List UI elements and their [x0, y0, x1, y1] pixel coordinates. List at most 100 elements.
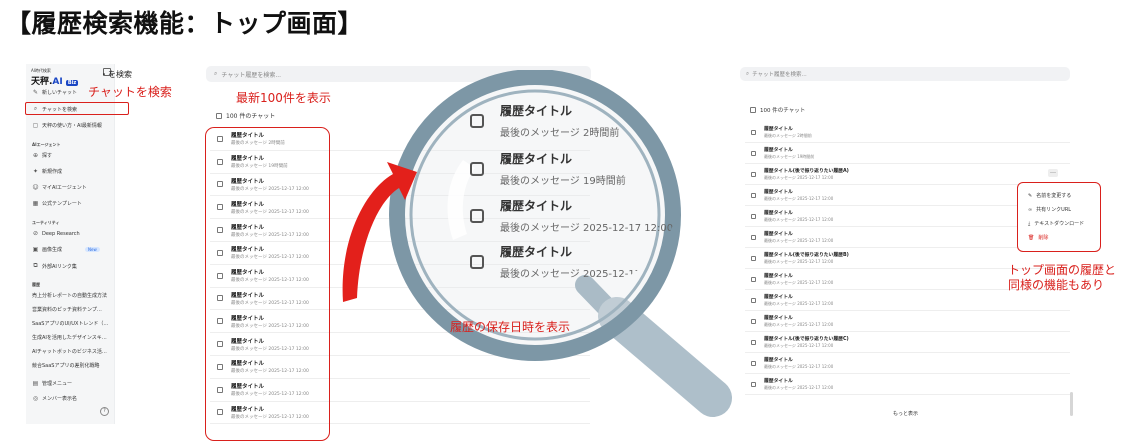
image-icon: ▣: [32, 246, 39, 253]
chat-row[interactable]: 履歴タイトル 最後のメッセージ 19時間前: [745, 143, 1070, 164]
chat-count-label: 100 件のチャット: [760, 108, 806, 114]
zoom-checkbox: [470, 113, 484, 128]
chat-row-title: 履歴タイトル: [764, 148, 793, 153]
row-checkbox[interactable]: [751, 339, 756, 345]
help-icon[interactable]: ?: [100, 407, 109, 416]
sidebar-item-new-chat[interactable]: ✎ 新しいチャット: [32, 89, 77, 96]
history-item[interactable]: 売上分析レポートの自動生成方法: [32, 292, 107, 299]
row-checkbox[interactable]: [751, 192, 756, 198]
chat-row-text: 履歴タイトル 最後のメッセージ 2025-12-17 12:00: [764, 209, 833, 223]
chat-row-subtitle: 最後のメッセージ 2025-12-17 12:00: [764, 322, 834, 327]
search-placeholder: チャット履歴を検索...: [752, 72, 807, 78]
chat-row-title: 履歴タイトル: [764, 295, 793, 300]
sidebar-item-member[interactable]: ◎ メンバー表示名: [32, 395, 77, 402]
history-item[interactable]: SaaSアプリのUI/UXトレンド（…: [32, 320, 108, 327]
sidebar: AI時代検索 天秤.AI Biz ✎ 新しいチャット ⌕ チャットを検索 ▢ 天…: [26, 64, 115, 424]
sidebar-item-label: 画像生成: [42, 247, 63, 253]
chat-row-title: 履歴タイトル: [764, 211, 793, 216]
row-checkbox[interactable]: [751, 150, 756, 156]
row-checkbox[interactable]: [751, 213, 756, 219]
chat-row-text: 履歴タイトル 最後のメッセージ 2025-12-17 12:00: [764, 377, 833, 391]
chat-row-title: 履歴タイトル: [764, 274, 793, 279]
row-checkbox[interactable]: [751, 381, 756, 387]
sidebar-item-explore[interactable]: ⊕ 探す: [32, 152, 52, 159]
zoom-row-title: 履歴タイトル: [500, 245, 573, 259]
search-placeholder: チャット履歴を検索...: [221, 71, 282, 79]
select-all-checkbox[interactable]: [750, 107, 756, 113]
zoom-row-subtitle: 最後のメッセージ 2025-12-17 12:00: [500, 269, 674, 280]
history-item[interactable]: 生成AIを活用したデザインスキ…: [32, 334, 107, 341]
menu-item-rename[interactable]: ✎ 名前を変更する: [1028, 192, 1072, 200]
sidebar-item-admin[interactable]: ▤ 管理メニュー: [32, 380, 72, 387]
select-all-right[interactable]: 100 件のチャット: [750, 106, 805, 114]
sidebar-item-my-agent[interactable]: ☺ マイAIエージェント: [32, 184, 86, 191]
link-icon: ⧉: [33, 262, 38, 269]
more-options-icon[interactable]: …: [1048, 169, 1058, 177]
select-all-checkbox[interactable]: [216, 112, 222, 119]
explore-icon: ⊕: [32, 152, 39, 159]
sidebar-item-label: 公式テンプレート: [42, 201, 82, 207]
zoom-lens-content: 履歴タイトル 最後のメッセージ 2時間前 履歴タイトル 最後のメッセージ 19時間前…: [410, 80, 680, 300]
chat-history-search-input-right[interactable]: ⌕ チャット履歴を検索...: [740, 67, 1070, 81]
user-icon: ◎: [32, 395, 39, 402]
row-checkbox[interactable]: [751, 234, 756, 240]
highlight-latest-list: [205, 127, 330, 441]
row-checkbox[interactable]: [751, 297, 756, 303]
scrollbar[interactable]: [1070, 392, 1073, 416]
download-icon: ⤓: [1028, 220, 1031, 227]
new-badge: New: [85, 247, 100, 252]
show-more-button[interactable]: もっと表示: [893, 410, 918, 417]
zoom-row: 履歴タイトル 最後のメッセージ 2時間前: [470, 102, 619, 139]
row-checkbox[interactable]: [751, 129, 756, 135]
zoom-row-subtitle: 最後のメッセージ 2025-12-17 12:00: [500, 223, 674, 234]
chat-row-title: 履歴タイトル: [764, 232, 793, 237]
select-all[interactable]: 100 件のチャット: [216, 111, 275, 120]
trash-icon: 🗑: [1028, 234, 1035, 241]
chat-row[interactable]: 履歴タイトル 最後のメッセージ 2025-12-17 12:00: [745, 311, 1070, 332]
chat-history-list-right: 履歴タイトル 最後のメッセージ 2時間前 履歴タイトル 最後のメッセージ 19時間前履…: [745, 122, 1070, 395]
highlight-search-chat: [25, 102, 129, 115]
book-icon: ▢: [32, 122, 39, 129]
chat-row-subtitle: 最後のメッセージ 2025-12-17 12:00: [764, 280, 834, 285]
pencil-icon: ✎: [32, 89, 39, 96]
sidebar-item-label: メンバー表示名: [42, 396, 78, 402]
app-logo[interactable]: AI時代検索 天秤.AI Biz: [31, 68, 79, 87]
menu-item-delete[interactable]: 🗑 削除: [1028, 234, 1048, 242]
chat-row[interactable]: 履歴タイトル(後で振り返りたい履歴C) 最後のメッセージ 2025-12-17 1…: [745, 332, 1070, 353]
search-icon: ⌕: [746, 70, 750, 77]
history-item[interactable]: AIチャットボットのビジネス活…: [32, 348, 107, 355]
sidebar-item-create[interactable]: ✦ 新規作成: [32, 168, 62, 175]
chat-row-subtitle: 最後のメッセージ 19時間前: [764, 154, 815, 159]
chat-row[interactable]: 履歴タイトル 最後のメッセージ 2時間前: [745, 122, 1070, 143]
sidebar-item-templates[interactable]: ▦ 公式テンプレート: [32, 200, 82, 207]
sidebar-item-guide[interactable]: ▢ 天秤の使い方・AI最新情報: [32, 122, 102, 129]
chat-row-subtitle: 最後のメッセージ 2025-12-17 12:00: [764, 385, 834, 390]
sidebar-item-image-gen[interactable]: ▣ 画像生成 New: [32, 246, 100, 253]
search-page-label: ・を検索: [100, 70, 132, 79]
chat-row-text: 履歴タイトル(後で振り返りたい履歴C) 最後のメッセージ 2025-12-17 1…: [764, 335, 849, 349]
sidebar-item-external-links[interactable]: ⧉ 外部AIリンク集: [32, 262, 77, 270]
row-checkbox[interactable]: [751, 276, 756, 282]
chat-row[interactable]: 履歴タイトル 最後のメッセージ 2025-12-17 12:00: [745, 290, 1070, 311]
row-checkbox[interactable]: [751, 255, 756, 261]
chat-count-label: 100 件のチャット: [226, 113, 276, 120]
template-icon: ▦: [32, 200, 39, 207]
chat-row-title: 履歴タイトル(後で振り返りたい履歴A): [764, 169, 849, 174]
section-heading-history: 履歴: [32, 282, 40, 287]
annotation-same-function-2: 同様の機能もあり: [1008, 278, 1105, 292]
chat-row-text: 履歴タイトル 最後のメッセージ 2025-12-17 12:00: [764, 356, 833, 370]
chat-row-text: 履歴タイトル(後で振り返りたい履歴B) 最後のメッセージ 2025-12-17 1…: [764, 251, 849, 265]
history-item[interactable]: 競合SaaSアプリの差別化戦略: [32, 362, 99, 369]
row-checkbox[interactable]: [751, 318, 756, 324]
menu-item-share-link[interactable]: ∞ 共有リンクURL: [1028, 206, 1071, 214]
sidebar-item-deep-research[interactable]: ⊘ Deep Research: [32, 230, 80, 237]
row-checkbox[interactable]: [751, 171, 756, 177]
admin-icon: ▤: [32, 380, 39, 387]
history-item[interactable]: 営業資料のピッチ資料テンプ…: [32, 306, 102, 313]
menu-item-download[interactable]: ⤓ テキストダウンロード: [1028, 220, 1084, 228]
chat-row[interactable]: 履歴タイトル 最後のメッセージ 2025-12-17 12:00: [745, 353, 1070, 374]
menu-item-label: 名前を変更する: [1036, 193, 1072, 199]
zoom-checkbox: [470, 208, 484, 223]
chat-row[interactable]: 履歴タイトル 最後のメッセージ 2025-12-17 12:00: [745, 374, 1070, 395]
row-checkbox[interactable]: [751, 360, 756, 366]
